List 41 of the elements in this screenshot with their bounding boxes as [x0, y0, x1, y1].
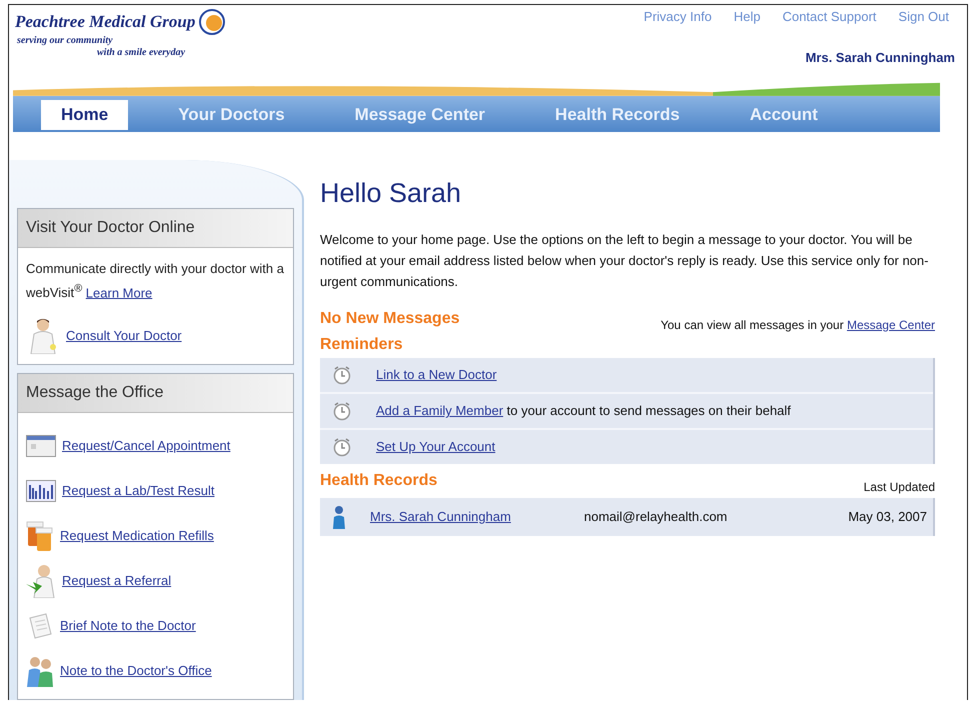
section-heading: Health Records — [320, 470, 438, 491]
section-heading: No New Messages — [320, 308, 460, 329]
sidebar-link[interactable]: Brief Note to the Doctor — [60, 618, 196, 633]
learn-more-link[interactable]: Learn More — [86, 285, 152, 300]
message-center-link[interactable]: Message Center — [846, 318, 935, 332]
sidebar-link[interactable]: Request a Lab/Test Result — [62, 483, 214, 498]
record-name-link[interactable]: Mrs. Sarah Cunningham — [370, 509, 511, 524]
reminder-link[interactable]: Add a Family Member — [376, 403, 504, 418]
sidebar-link[interactable]: Consult Your Doctor — [66, 328, 182, 343]
alarm-clock-icon — [332, 400, 352, 421]
column-label: Last Updated — [864, 480, 935, 494]
person-icon — [332, 504, 346, 529]
record-date: May 03, 2007 — [847, 509, 928, 524]
alarm-clock-icon — [332, 364, 352, 385]
logo-tagline: serving our community — [16, 35, 114, 47]
reminder-text: Add a Family Member to your account to send messages on their behalf — [376, 403, 791, 418]
section-heading: Reminders — [320, 334, 404, 355]
record-email: nomail@relayhealth.com — [584, 509, 728, 524]
sidebar-link[interactable]: Request Medication Refills — [60, 528, 214, 543]
greeting: Hello Sarah — [320, 178, 462, 209]
pill-bottle-icon — [26, 520, 54, 552]
doctor-arrow-icon — [26, 564, 56, 598]
nav-tab[interactable]: Home — [41, 100, 128, 130]
message-center-note: You can view all messages in your Message Center — [660, 318, 935, 332]
panel-intro: Communicate directly with your doctor with a webVisit$^{®}$ Learn More — [26, 260, 285, 302]
peach-logo-icon — [199, 9, 226, 35]
welcome-text: Welcome to your home page. Use the options on the left to begin a message to your doctor. You will be notified at your email address listed below when your doctor's reply is ready. Use this service only for non-urgent communications. — [320, 230, 930, 291]
sidebar-link[interactable]: Request/Cancel Appointment — [62, 438, 230, 453]
sidebar-link[interactable]: Note to the Doctor's Office — [60, 663, 212, 678]
reminder-link[interactable]: Link to a New Doctor — [376, 367, 497, 382]
logo-name: Peachtree Medical Group — [15, 12, 196, 32]
sidebar-link[interactable]: Request a Referral — [62, 573, 172, 588]
people-icon — [26, 654, 54, 686]
user-name: Mrs. Sarah Cunningham — [805, 50, 955, 65]
calendar-icon — [26, 434, 56, 456]
logo-tagline: with a smile everyday — [96, 47, 186, 59]
alarm-clock-icon — [332, 436, 352, 457]
panel-title: Visit Your Doctor Online — [18, 208, 293, 248]
chart-icon — [26, 480, 56, 502]
panel-title: Message the Office — [18, 374, 293, 413]
reminder-link[interactable]: Set Up Your Account — [376, 439, 496, 454]
